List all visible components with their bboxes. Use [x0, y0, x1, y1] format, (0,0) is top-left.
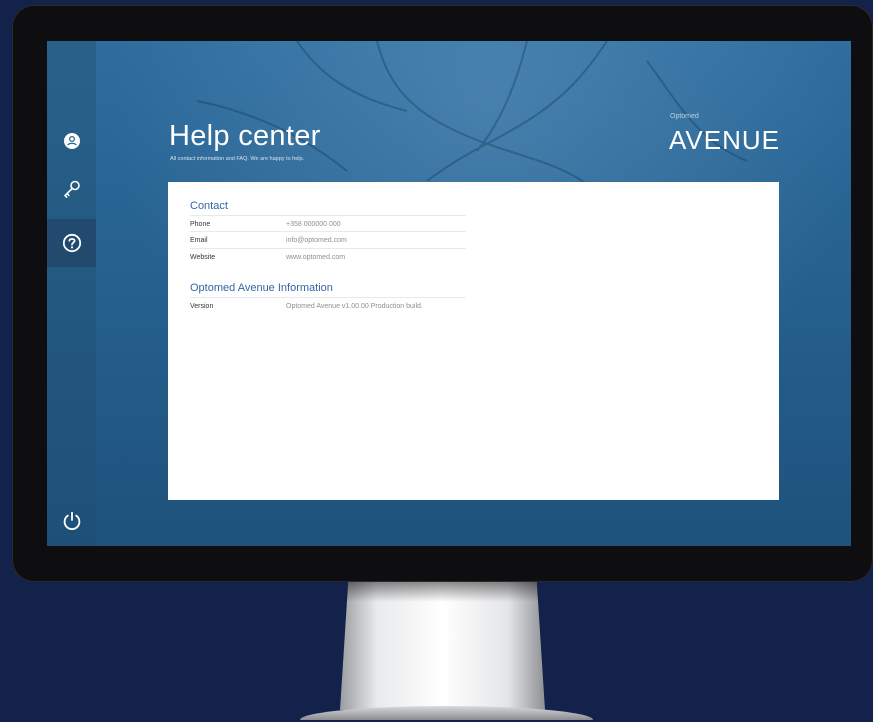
page-subtitle: All contact information and FAQ. We are … — [170, 156, 305, 162]
app-screen: Help center All contact information and … — [47, 41, 851, 546]
phone-value: +358 000000 000 — [286, 221, 341, 228]
sidebar-item-power[interactable] — [47, 497, 96, 545]
divider — [190, 215, 466, 216]
divider — [190, 248, 466, 249]
version-label: Version — [190, 303, 214, 310]
email-link[interactable]: info@optomed.com — [286, 237, 347, 244]
brand-logo: AVENUE — [669, 125, 780, 155]
user-icon — [63, 133, 80, 149]
monitor-stand-shadow — [346, 582, 539, 602]
contact-section-title: Contact — [190, 200, 228, 212]
version-value: Optomed Avenue v1.00.00 Production build… — [286, 303, 423, 310]
help-icon — [62, 233, 81, 253]
sidebar-item-help[interactable] — [47, 219, 96, 267]
sidebar-item-key[interactable] — [47, 165, 96, 213]
website-link[interactable]: www.optomed.com — [286, 254, 345, 261]
page-title: Help center — [169, 120, 321, 152]
info-section-title: Optomed Avenue Information — [190, 282, 333, 294]
sidebar-item-user[interactable] — [47, 117, 96, 165]
power-icon — [63, 511, 80, 530]
monitor-frame: Help center All contact information and … — [12, 5, 873, 582]
sidebar — [47, 41, 96, 546]
phone-label: Phone — [190, 221, 211, 228]
help-panel: Contact Phone +358 000000 000 Email info… — [168, 182, 779, 500]
divider — [190, 297, 466, 298]
website-label: Website — [190, 254, 216, 261]
email-label: Email — [190, 237, 208, 244]
brand-company: Optomed — [670, 113, 699, 120]
divider — [190, 231, 466, 232]
key-icon — [63, 180, 80, 198]
